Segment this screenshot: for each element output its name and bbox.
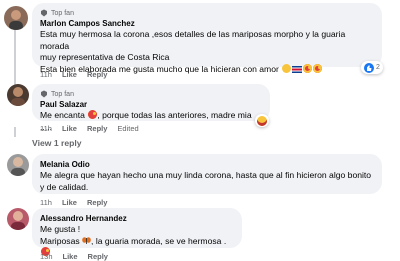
comment-time[interactable]: 11h <box>40 124 52 133</box>
comment-bubble: Top fan Paul Salazar Me encanta , porque… <box>32 84 270 132</box>
comment-bubble: Alessandro Hernandez Me gusta ! Mariposa… <box>32 208 242 257</box>
comment-text-line: Me gusta ! <box>40 224 81 234</box>
like-button[interactable]: Like <box>63 252 78 261</box>
top-fan-icon <box>40 90 48 98</box>
heart-eyes-emoji-icon <box>313 63 323 73</box>
heart-eyes-emoji-icon <box>303 63 313 73</box>
top-fan-icon <box>40 9 48 17</box>
comment-actions: 11h Like Reply Edited <box>40 123 139 134</box>
comment-text-line: Esta muy hermosa la corona ,esos detalle… <box>40 29 346 51</box>
reply-button[interactable]: Reply <box>87 198 107 207</box>
comment-text-line: Me alegra que hayan hecho una muy linda … <box>40 170 372 180</box>
comment-text: Me encanta <box>40 110 85 120</box>
comment-time[interactable]: 11h <box>40 198 52 207</box>
top-fan-badge: Top fan <box>40 89 262 99</box>
hugging-emoji-icon <box>282 63 292 73</box>
comment-time[interactable]: 11h <box>40 70 52 79</box>
like-button[interactable]: Like <box>62 124 77 133</box>
thread-connector <box>14 127 16 137</box>
avatar[interactable] <box>7 208 29 230</box>
reaction-summary[interactable]: 2 <box>361 61 383 74</box>
comment-author[interactable]: Marlon Campos Sanchez <box>40 18 374 29</box>
comment-actions: 11h Like Reply <box>40 197 107 208</box>
comment-bubble: Top fan Marlon Campos Sanchez Esta muy h… <box>32 3 382 74</box>
costa-rica-flag-icon <box>292 65 303 73</box>
comment-text: , la guaria morada, se ve hermosa . <box>91 235 227 246</box>
like-button[interactable]: Like <box>62 70 77 79</box>
reaction-summary[interactable] <box>255 114 269 127</box>
top-fan-label: Top fan <box>51 90 74 98</box>
reaction-count: 2 <box>376 64 380 71</box>
edited-label: Edited <box>117 124 139 133</box>
top-fan-badge: Top fan <box>40 8 374 18</box>
top-fan-label: Top fan <box>51 9 74 17</box>
comment-author[interactable]: Paul Salazar <box>40 99 262 110</box>
avatar[interactable] <box>7 154 29 176</box>
comment-text-line: y de calidad. <box>40 181 89 192</box>
avatar[interactable] <box>7 84 29 106</box>
comment-actions: 11h Like Reply <box>40 69 107 80</box>
butterfly-emoji-icon <box>82 236 91 245</box>
reply-button[interactable]: Reply <box>87 70 107 79</box>
like-button[interactable]: Like <box>62 198 77 207</box>
view-replies-link[interactable]: View 1 reply <box>32 138 82 148</box>
reply-button[interactable]: Reply <box>88 252 108 261</box>
comment-time[interactable]: 13h <box>40 252 53 261</box>
thread-line <box>14 28 16 86</box>
comment-text: Mariposas <box>40 235 80 246</box>
heart-eyes-emoji-icon <box>88 110 98 119</box>
like-reaction-icon <box>364 62 374 73</box>
reply-button[interactable]: Reply <box>87 124 107 133</box>
avatar[interactable] <box>4 6 28 30</box>
comment-actions: 13h Like Reply <box>40 251 108 261</box>
comment-author[interactable]: Alessandro Hernandez <box>40 213 234 224</box>
laugh-reaction-icon <box>257 115 267 126</box>
comment-bubble: Melania Odio Me alegra que hayan hecho u… <box>32 154 382 194</box>
comment-text-line: muy representativa de Costa Rica <box>40 52 170 63</box>
comment-author[interactable]: Melania Odio <box>40 159 374 170</box>
